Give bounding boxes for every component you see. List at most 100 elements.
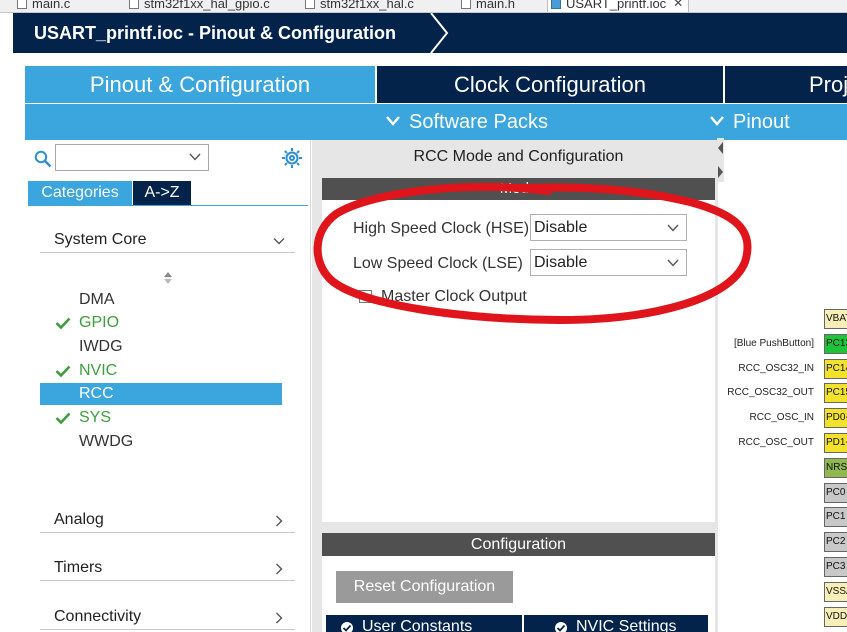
c-file-icon: [305, 0, 315, 9]
tab-a-to-z[interactable]: A->Z: [133, 181, 191, 205]
check-icon: [55, 317, 71, 330]
configuration-header: Configuration: [322, 533, 715, 556]
section-timers[interactable]: Timers: [40, 555, 295, 581]
editor-tab-strip: main.c stm32f1xx_hal_gpio.c stm32f1xx_ha…: [0, 0, 847, 13]
peripheral-label: WWDG: [79, 433, 134, 450]
check-circle-icon: [555, 622, 567, 632]
peripheral-label: NVIC: [79, 362, 118, 379]
peripheral-label: DMA: [79, 291, 115, 308]
pin-vdda[interactable]: VDDA: [824, 607, 847, 627]
software-packs-label: Software Packs: [409, 111, 548, 133]
editor-tab-label: main.c: [32, 0, 71, 11]
chevron-right-icon: [276, 612, 283, 624]
c-file-icon: [17, 0, 27, 9]
pin-pc14[interactable]: PC14: [824, 359, 847, 379]
chevron-right-icon: [276, 563, 283, 575]
editor-tab-label: main.h: [476, 0, 516, 11]
section-label: Timers: [54, 559, 103, 576]
breadcrumb-chevron-icon: [430, 13, 449, 53]
pinout-view: VBAT [Blue PushButton] PC13 RCC_OSC32_IN PC1…: [724, 140, 847, 632]
pin-pd1[interactable]: PD1-: [824, 433, 847, 453]
pin-vbat[interactable]: VBAT: [824, 309, 847, 329]
rcc-mode-configuration-panel: RCC Mode and Configuration Mode High Spe…: [312, 140, 718, 632]
peripheral-rcc[interactable]: RCC: [40, 383, 282, 405]
editor-tab-hal-gpio[interactable]: stm32f1xx_hal_gpio.c: [126, 0, 270, 12]
peripheral-dma[interactable]: DMA: [40, 289, 282, 311]
editor-tab-label: stm32f1xx_hal.c: [320, 0, 414, 11]
peripheral-gpio[interactable]: GPIO: [40, 312, 282, 334]
peripheral-iwdg[interactable]: IWDG: [40, 336, 282, 358]
panel-title: RCC Mode and Configuration: [413, 148, 624, 165]
pin-signal-label: RCC_OSC32_IN: [738, 363, 814, 374]
master-clock-output-checkbox[interactable]: [359, 290, 372, 303]
pin-signal-label: RCC_OSC_OUT: [738, 437, 814, 448]
section-label: System Core: [54, 231, 147, 248]
chevron-down-icon: [710, 116, 724, 126]
peripheral-label: IWDG: [79, 338, 123, 355]
search-input[interactable]: [55, 144, 209, 171]
h-file-icon: [461, 0, 471, 9]
chevron-right-icon: [276, 515, 283, 527]
section-system-core[interactable]: System Core: [40, 227, 295, 253]
editor-tab-hal[interactable]: stm32f1xx_hal.c: [302, 0, 414, 12]
collapse-panel-icon[interactable]: [717, 138, 724, 182]
chevron-down-icon: [386, 116, 400, 126]
main-tabs: Pinout & Configuration Clock Configurati…: [25, 66, 847, 103]
tab-project-manager[interactable]: Proj: [725, 66, 847, 103]
tab-nvic-settings[interactable]: NVIC Settings: [524, 615, 708, 632]
section-label: Analog: [54, 511, 104, 528]
editor-tab-main-h[interactable]: main.h: [458, 0, 516, 12]
pin-pc2[interactable]: PC2: [824, 532, 847, 552]
close-icon[interactable]: ✕: [673, 0, 683, 12]
software-packs-menu[interactable]: Software Packs: [385, 104, 548, 140]
hse-select[interactable]: Disable: [530, 214, 687, 241]
pin-vssa[interactable]: VSSA: [824, 582, 847, 602]
pin-pc15[interactable]: PC15: [824, 383, 847, 403]
pin-pc3[interactable]: PC3: [824, 557, 847, 577]
gear-icon[interactable]: [281, 147, 303, 169]
page-title: USART_printf.ioc - Pinout & Configuratio…: [34, 23, 396, 43]
tab-pinout-configuration[interactable]: Pinout & Configuration: [25, 66, 375, 103]
hse-label: High Speed Clock (HSE): [353, 220, 530, 237]
pinout-label: Pinout: [733, 111, 790, 133]
pin-nrst[interactable]: NRST: [824, 458, 847, 478]
section-connectivity[interactable]: Connectivity: [40, 604, 295, 630]
editor-tab-ioc[interactable]: USART_printf.ioc ✕: [547, 0, 690, 12]
pin-pd0[interactable]: PD0-: [824, 408, 847, 428]
pinout-menu[interactable]: Pinout: [709, 104, 790, 140]
lse-value: Disable: [534, 254, 588, 271]
pin-signal-label: RCC_OSC32_OUT: [727, 387, 814, 398]
tab-underline: [28, 205, 308, 206]
sort-icon[interactable]: [163, 271, 173, 285]
chevron-down-icon[interactable]: [189, 153, 201, 161]
chevron-down-icon: [273, 238, 285, 245]
sub-menu-bar: Software Packs Pinout: [25, 104, 847, 140]
peripheral-wwdg[interactable]: WWDG: [40, 431, 282, 453]
lse-select[interactable]: Disable: [530, 249, 687, 276]
reset-configuration-button[interactable]: Reset Configuration: [336, 571, 513, 603]
pin-signal-label: [Blue PushButton]: [733, 338, 814, 349]
tab-user-constants[interactable]: User Constants: [326, 615, 522, 632]
config-tab-label: User Constants: [362, 618, 473, 632]
config-tab-label: NVIC Settings: [576, 618, 677, 632]
ioc-file-icon: [551, 0, 561, 9]
check-circle-icon: [341, 622, 353, 632]
peripheral-label: GPIO: [79, 314, 120, 331]
title-banner: USART_printf.ioc - Pinout & Configuratio…: [13, 13, 847, 53]
editor-tab-label: USART_printf.ioc: [566, 0, 667, 11]
section-analog[interactable]: Analog: [40, 507, 295, 533]
hse-value: Disable: [534, 219, 588, 236]
pin-pc1[interactable]: PC1: [824, 507, 847, 527]
search-icon[interactable]: [34, 150, 52, 168]
chevron-down-icon: [667, 224, 679, 232]
section-label: Connectivity: [54, 608, 142, 625]
c-file-icon: [129, 0, 139, 9]
tab-categories[interactable]: Categories: [28, 181, 132, 205]
pin-pc13[interactable]: PC13: [824, 334, 847, 354]
peripheral-nvic[interactable]: NVIC: [40, 360, 282, 382]
editor-tab-main-c[interactable]: main.c: [14, 0, 71, 12]
tab-clock-configuration[interactable]: Clock Configuration: [377, 66, 723, 103]
pin-pc0[interactable]: PC0: [824, 483, 847, 503]
peripheral-sys[interactable]: SYS: [40, 407, 282, 429]
check-icon: [55, 412, 71, 425]
